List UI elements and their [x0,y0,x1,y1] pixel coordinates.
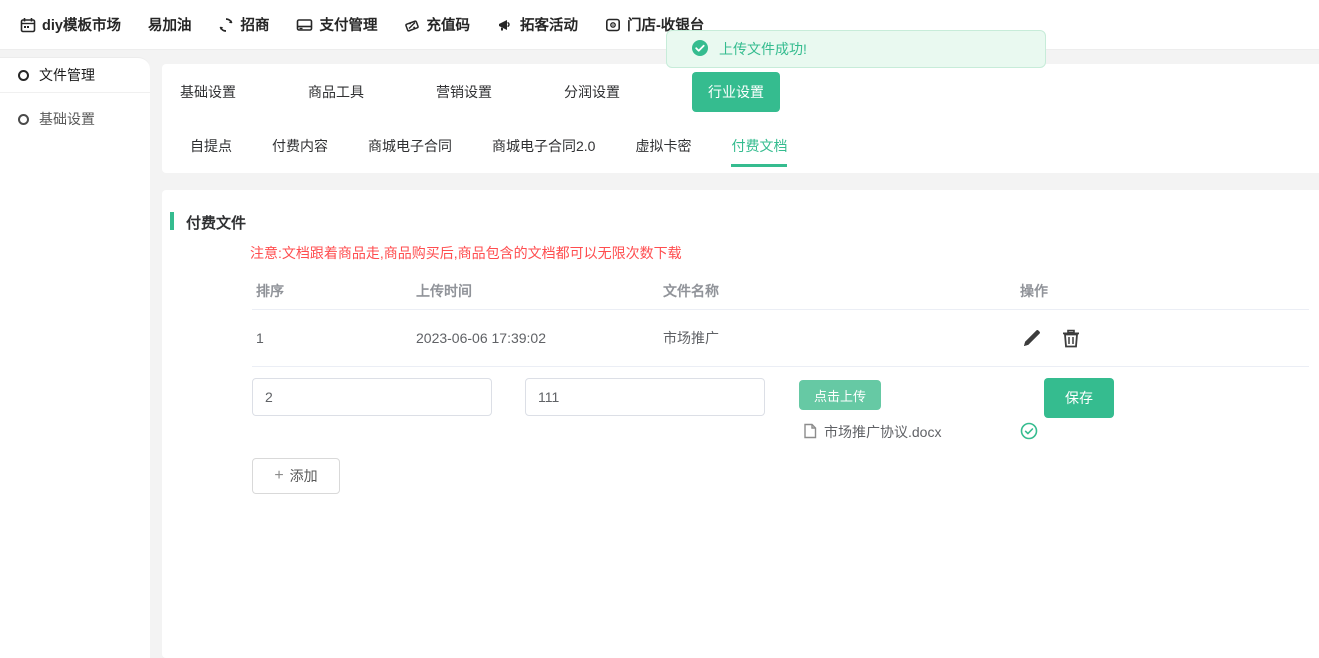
recycle-icon [218,17,234,33]
column-header-upload-time: 上传时间 [412,281,659,301]
edit-icon[interactable] [1020,326,1044,350]
app-screen: diy模板市场 易加油 招商 支付管理 充值码 拓客活动 [0,0,1319,658]
table-row: 1 2023-06-06 17:39:02 市场推广 [252,310,1309,367]
toast-message: 上传文件成功! [719,39,807,59]
sidebar: 文件管理 基础设置 [0,57,150,658]
notice-text: 注意:文档跟着商品走,商品购买后,商品包含的文档都可以无限次数下载 [250,243,682,263]
subtab-paid-content[interactable]: 付费内容 [272,136,328,167]
uploaded-file-name: 市场推广协议.docx [824,422,941,442]
tab-product-tools[interactable]: 商品工具 [308,82,364,102]
top-nav: diy模板市场 易加油 招商 支付管理 充值码 拓客活动 [0,0,1319,50]
files-table: 排序 上传时间 文件名称 操作 1 2023-06-06 17:39:02 市场… [252,272,1309,367]
add-button[interactable]: + 添加 [252,458,340,494]
content-card: 付费文件 注意:文档跟着商品走,商品购买后,商品包含的文档都可以无限次数下载 排… [162,190,1319,658]
upload-button[interactable]: 点击上传 [799,380,881,410]
subtab-pickup-point[interactable]: 自提点 [190,136,232,167]
document-icon [803,423,817,442]
uploaded-file-item[interactable]: 市场推广协议.docx [803,422,941,442]
nav-item-diy-template-market[interactable]: diy模板市场 [20,14,121,35]
save-button[interactable]: 保存 [1044,378,1114,418]
nav-label: 拓客活动 [520,14,578,35]
section-accent-bar [170,212,174,230]
section-title: 付费文件 [186,212,246,233]
tabs-card: 基础设置 商品工具 营销设置 分润设置 行业设置 自提点 付费内容 商城电子合同… [162,64,1319,173]
column-header-actions: 操作 [1016,281,1309,301]
sidebar-item-label: 基础设置 [39,109,95,129]
circle-icon [18,114,29,125]
nav-label: 支付管理 [319,14,377,35]
file-name-input[interactable] [525,378,765,416]
nav-item-customer-activity[interactable]: 拓客活动 [497,14,578,35]
storefront-icon [605,17,621,33]
cell-sort: 1 [252,330,412,346]
nav-label: 招商 [240,14,269,35]
sidebar-item-file-management[interactable]: 文件管理 [0,58,150,93]
nav-item-yijiayou[interactable]: 易加油 [148,14,192,35]
card-icon [296,17,313,33]
delete-icon[interactable] [1060,326,1082,350]
subtab-mall-econtract[interactable]: 商城电子合同 [368,136,452,167]
cell-upload-time: 2023-06-06 17:39:02 [412,330,659,346]
main-tabs: 基础设置 商品工具 营销设置 分润设置 行业设置 [180,73,780,111]
upload-success-check-icon [1020,422,1038,440]
nav-label: 充值码 [426,14,470,35]
tab-profit-settings[interactable]: 分润设置 [564,82,620,102]
calendar-icon [20,17,36,33]
success-badge-icon [691,39,709,60]
megaphone-icon [497,17,514,33]
plus-icon: + [274,468,283,484]
column-header-file-name: 文件名称 [659,281,1016,301]
add-button-label: 添加 [290,466,318,486]
nav-label: diy模板市场 [42,14,121,35]
table-header-row: 排序 上传时间 文件名称 操作 [252,272,1309,310]
nav-label: 易加油 [148,14,192,35]
column-header-sort: 排序 [252,281,412,301]
sidebar-item-basic-settings[interactable]: 基础设置 [0,93,150,145]
cell-file-name: 市场推广 [659,328,1016,348]
tab-marketing-settings[interactable]: 营销设置 [436,82,492,102]
subtab-paid-documents[interactable]: 付费文档 [731,136,787,167]
sidebar-item-label: 文件管理 [39,65,95,85]
nav-item-recharge-code[interactable]: 充值码 [404,14,470,35]
toast-upload-success: 上传文件成功! [666,30,1046,68]
nav-item-zhaoshang[interactable]: 招商 [218,14,269,35]
subtab-virtual-card[interactable]: 虚拟卡密 [635,136,691,167]
tags-icon [404,17,420,33]
cell-actions [1016,326,1309,350]
tab-industry-settings[interactable]: 行业设置 [692,72,780,112]
sort-input[interactable] [252,378,492,416]
subtab-mall-econtract-2[interactable]: 商城电子合同2.0 [492,136,595,167]
add-file-form: 点击上传 市场推广协议.docx 保存 [252,378,1309,458]
sub-tabs: 自提点 付费内容 商城电子合同 商城电子合同2.0 虚拟卡密 付费文档 [190,136,787,167]
tab-basic-settings[interactable]: 基础设置 [180,82,236,102]
nav-item-payment-management[interactable]: 支付管理 [296,14,377,35]
circle-icon [18,70,29,81]
